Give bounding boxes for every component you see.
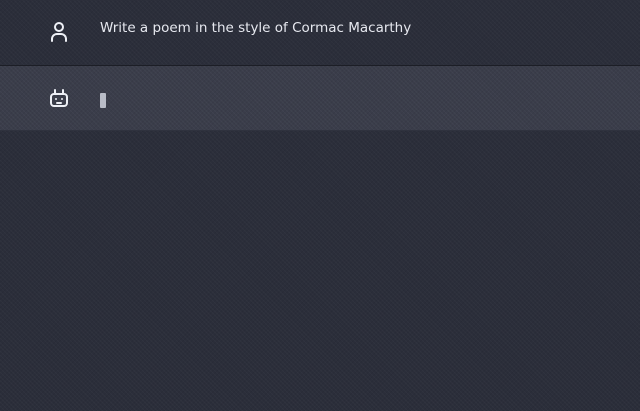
user-icon <box>51 22 67 42</box>
user-message: Write a poem in the style of Cormac Maca… <box>0 0 640 66</box>
chat-window: Write a poem in the style of Cormac Maca… <box>0 0 640 411</box>
user-avatar <box>47 20 71 44</box>
typing-cursor <box>100 93 106 108</box>
robot-icon <box>50 89 68 107</box>
user-message-text: Write a poem in the style of Cormac Maca… <box>100 20 412 36</box>
assistant-avatar <box>47 86 71 110</box>
assistant-message <box>0 66 640 131</box>
